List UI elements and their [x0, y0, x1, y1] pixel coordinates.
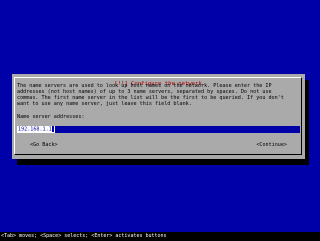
dialog-description: The name servers are used to look up hos…: [17, 83, 303, 107]
go-back-button[interactable]: <Go Back>: [30, 142, 58, 148]
status-bar: <Tab> moves; <Space> selects; <Enter> ac…: [0, 232, 320, 241]
configure-network-dialog: [!!] Configure the network The name serv…: [12, 74, 305, 159]
name-server-value-container[interactable]: 192.168.1.1: [17, 126, 55, 133]
name-server-label: Name server addresses:: [17, 114, 85, 120]
description-line: want to use any name server, just leave …: [17, 101, 192, 107]
text-cursor: [51, 126, 54, 132]
continue-button[interactable]: <Continue>: [256, 142, 287, 148]
name-server-value: 192.168.1.1: [18, 126, 52, 133]
installer-screen: [!!] Configure the network The name serv…: [0, 0, 320, 241]
name-server-input[interactable]: 192.168.1.1: [17, 126, 300, 133]
status-bar-help: <Tab> moves; <Space> selects; <Enter> ac…: [1, 233, 167, 239]
